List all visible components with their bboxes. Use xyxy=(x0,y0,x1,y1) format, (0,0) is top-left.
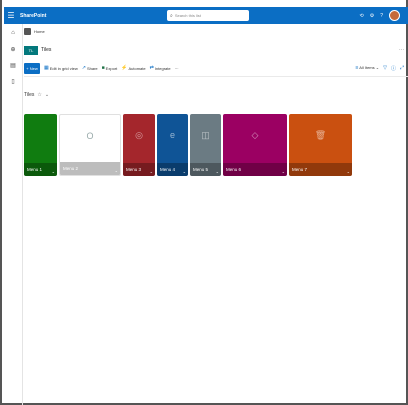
view-selector[interactable]: ≡ All Items ⌄ xyxy=(355,65,379,71)
info-icon[interactable]: ⓘ xyxy=(391,65,396,72)
tile-label: Menu 7 xyxy=(292,167,308,172)
tile-icon: e xyxy=(169,130,175,140)
new-button[interactable]: + New xyxy=(24,62,40,74)
tile-menu-3[interactable]: ◎ Menu 3 ⌄ xyxy=(123,114,155,176)
chevron-down-icon[interactable]: ⌄ xyxy=(183,169,186,174)
edit-grid-label: Edit in grid view xyxy=(49,65,78,71)
view-controls: ≡ All Items ⌄ ▽ ⓘ ⤢ xyxy=(355,65,404,72)
app-frame: ☰ SharePoint ⌕ Search this list ⟲ ⚙ ? ⌂ … xyxy=(0,0,408,405)
tile-icon: ◫ xyxy=(201,130,210,140)
list-header: Tiles ☆ ⌄ xyxy=(24,92,49,98)
site-title[interactable]: Tiles xyxy=(41,47,51,53)
tile-label: Menu 4 xyxy=(160,167,176,172)
tile-footer: Menu 3 ⌄ xyxy=(123,163,155,176)
export-button[interactable]: ■ Export xyxy=(102,65,118,71)
search-icon: ⌕ xyxy=(170,12,173,19)
star-icon[interactable]: ☆ xyxy=(37,92,41,98)
avatar[interactable] xyxy=(389,10,400,21)
tile-menu-2[interactable]: O Menu 2 ⌄ xyxy=(59,114,121,176)
integrate-icon: ⇄ xyxy=(149,65,154,71)
tile-icon: ◎ xyxy=(135,130,143,140)
integrate-button[interactable]: ⇄ Integrate xyxy=(150,65,171,71)
chevron-down-icon[interactable]: ⌄ xyxy=(282,169,285,174)
chevron-down-icon[interactable]: ⌄ xyxy=(150,169,153,174)
tile-label: Menu 3 xyxy=(126,167,142,172)
page-icon[interactable]: ▯ xyxy=(4,78,22,88)
chat-icon[interactable]: ⟲ xyxy=(360,13,364,19)
edit-grid-button[interactable]: ▦ Edit in grid view xyxy=(44,65,78,71)
notes-icon[interactable]: ▤ xyxy=(4,62,22,72)
automate-button[interactable]: ⚡ Automate xyxy=(121,65,145,71)
view-icon: ≡ xyxy=(355,65,359,71)
chevron-down-icon[interactable]: ⌄ xyxy=(216,169,219,174)
tile-footer: Menu 2 ⌄ xyxy=(60,162,120,175)
share-button[interactable]: ↗ Share xyxy=(82,65,98,71)
tile-footer: Menu 6 ⌄ xyxy=(223,163,287,176)
help-icon[interactable]: ? xyxy=(380,13,383,19)
breadcrumb: Home xyxy=(24,28,45,35)
tile-gallery: Menu 1 ⌄ O Menu 2 ⌄ ◎ Menu 3 ⌄ e Menu 4 ⌄ ◫ Menu 5 ⌄ ◇… xyxy=(24,114,408,176)
tile-icon: 🗑 xyxy=(314,130,327,140)
chevron-down-icon[interactable]: ⌄ xyxy=(52,169,55,174)
new-label: New xyxy=(29,65,38,71)
divider xyxy=(24,76,408,77)
more-commands-button[interactable]: ··· xyxy=(175,66,179,71)
integrate-label: Integrate xyxy=(154,65,171,71)
share-icon: ↗ xyxy=(81,65,86,71)
tile-menu-7[interactable]: 🗑 Menu 7 ⌄ xyxy=(289,114,352,176)
breadcrumb-home[interactable]: Home xyxy=(34,29,45,34)
tile-label: Menu 6 xyxy=(226,167,242,172)
filter-icon[interactable]: ▽ xyxy=(383,65,387,71)
settings-icon[interactable]: ⚙ xyxy=(370,13,374,19)
tile-icon: ◇ xyxy=(251,130,259,140)
more-icon[interactable]: ··· xyxy=(399,47,404,53)
command-bar: + New ▦ Edit in grid view ↗ Share ■ Export … xyxy=(24,62,408,74)
view-label: All Items xyxy=(359,65,375,70)
fullscreen-icon[interactable]: ⤢ xyxy=(400,65,404,71)
tile-label: Menu 5 xyxy=(193,167,209,172)
export-label: Export xyxy=(105,65,118,71)
automate-label: Automate xyxy=(128,65,146,71)
waffle-icon[interactable]: ☰ xyxy=(4,7,18,24)
globe-icon[interactable]: ⊕ xyxy=(4,46,22,56)
site-logo[interactable]: TL xyxy=(24,45,38,55)
chevron-down-icon[interactable]: ⌄ xyxy=(45,92,49,98)
app-name[interactable]: SharePoint xyxy=(20,13,46,19)
list-title[interactable]: Tiles xyxy=(24,92,34,98)
tile-footer: Menu 5 ⌄ xyxy=(190,163,221,176)
tile-menu-6[interactable]: ◇ Menu 6 ⌄ xyxy=(223,114,287,176)
suite-bar: ☰ SharePoint ⌕ Search this list ⟲ ⚙ ? xyxy=(4,7,408,24)
grid-icon: ▦ xyxy=(44,65,49,71)
home-icon[interactable]: ⌂ xyxy=(4,30,22,40)
tile-label: Menu 2 xyxy=(63,166,79,171)
tile-footer: Menu 7 ⌄ xyxy=(289,163,352,176)
site-header: TL Tiles ··· xyxy=(24,44,408,56)
excel-icon: ■ xyxy=(101,65,105,71)
site-icon xyxy=(24,28,31,35)
share-label: Share xyxy=(86,65,98,71)
tile-footer: Menu 1 ⌄ xyxy=(24,163,57,176)
tile-footer: Menu 4 ⌄ xyxy=(157,163,188,176)
tile-icon: O xyxy=(86,131,94,141)
suite-bar-icons: ⟲ ⚙ ? xyxy=(360,9,400,22)
search-placeholder: Search this list xyxy=(174,13,201,18)
tile-label: Menu 1 xyxy=(27,167,43,172)
tile-menu-4[interactable]: e Menu 4 ⌄ xyxy=(157,114,188,176)
automate-icon: ⚡ xyxy=(121,65,128,71)
chevron-down-icon[interactable]: ⌄ xyxy=(115,168,118,173)
chevron-down-icon[interactable]: ⌄ xyxy=(347,169,350,174)
tile-menu-5[interactable]: ◫ Menu 5 ⌄ xyxy=(190,114,221,176)
tile-menu-1[interactable]: Menu 1 ⌄ xyxy=(24,114,57,176)
search-box[interactable]: ⌕ Search this list xyxy=(167,10,249,21)
divider xyxy=(22,24,23,405)
left-rail: ⌂ ⊕ ▤ ▯ xyxy=(4,24,22,94)
